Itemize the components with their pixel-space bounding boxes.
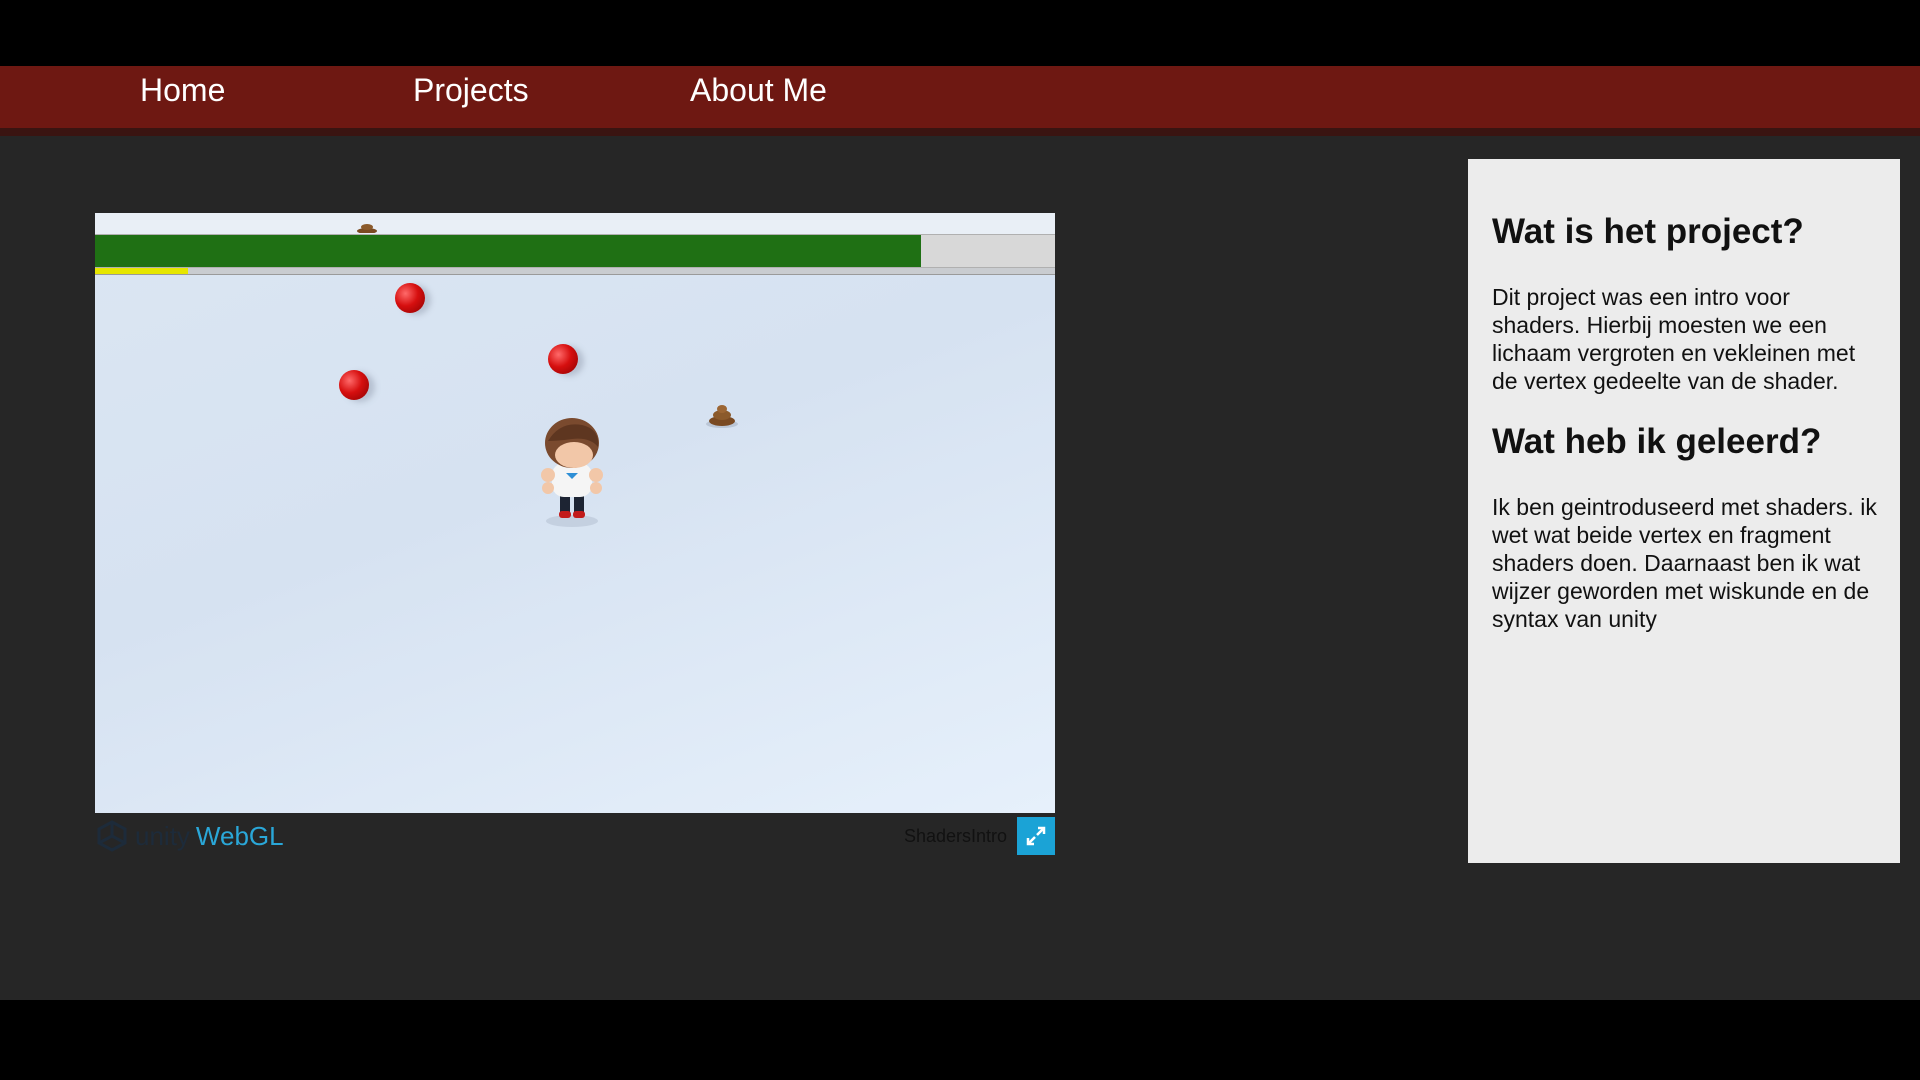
game-title: ShadersIntro [903, 826, 1007, 846]
project-info-panel: Wat is het project? Dit project was een … [1468, 159, 1900, 863]
webgl-footer: unity WebGL ShadersIntro [95, 813, 1055, 858]
learned-description: Ik ben geintroduseerd met shaders. ik we… [1492, 494, 1877, 632]
learned-heading: Wat heb ik geleerd? [1492, 422, 1822, 461]
apple-pickup [395, 283, 425, 313]
xp-bar [95, 268, 1055, 275]
nav-home-link[interactable]: Home [140, 70, 225, 110]
project-heading: Wat is het project? [1492, 212, 1804, 251]
unity-webgl-logo: unity WebGL [95, 819, 284, 853]
expand-arrows-icon [1026, 826, 1046, 846]
apple-pickup [548, 344, 578, 374]
health-bar-fill [95, 235, 921, 267]
xp-bar-fill [95, 268, 189, 274]
bottom-bar [0, 1000, 1920, 1080]
webgl-word: WebGL [195, 821, 284, 851]
poop-pickup [357, 224, 377, 233]
nav-projects-link[interactable]: Projects [413, 70, 529, 110]
fullscreen-button[interactable] [1017, 817, 1055, 855]
page: Home Projects About Me unity WebGL Shade… [0, 0, 1920, 1080]
health-bar [95, 234, 1055, 268]
navbar-shadow [0, 128, 1920, 136]
poop-pickup [706, 405, 738, 428]
player-character [541, 418, 603, 527]
top-navbar [0, 66, 1920, 128]
unity-cube-icon [97, 820, 127, 852]
unity-word: unity [135, 821, 190, 851]
project-description: Dit project was een intro voor shaders. … [1492, 284, 1856, 394]
webgl-game-canvas[interactable] [95, 213, 1055, 813]
game-top-strip [95, 213, 1055, 234]
nav-about-me-link[interactable]: About Me [690, 70, 827, 110]
apple-pickup [339, 370, 369, 400]
